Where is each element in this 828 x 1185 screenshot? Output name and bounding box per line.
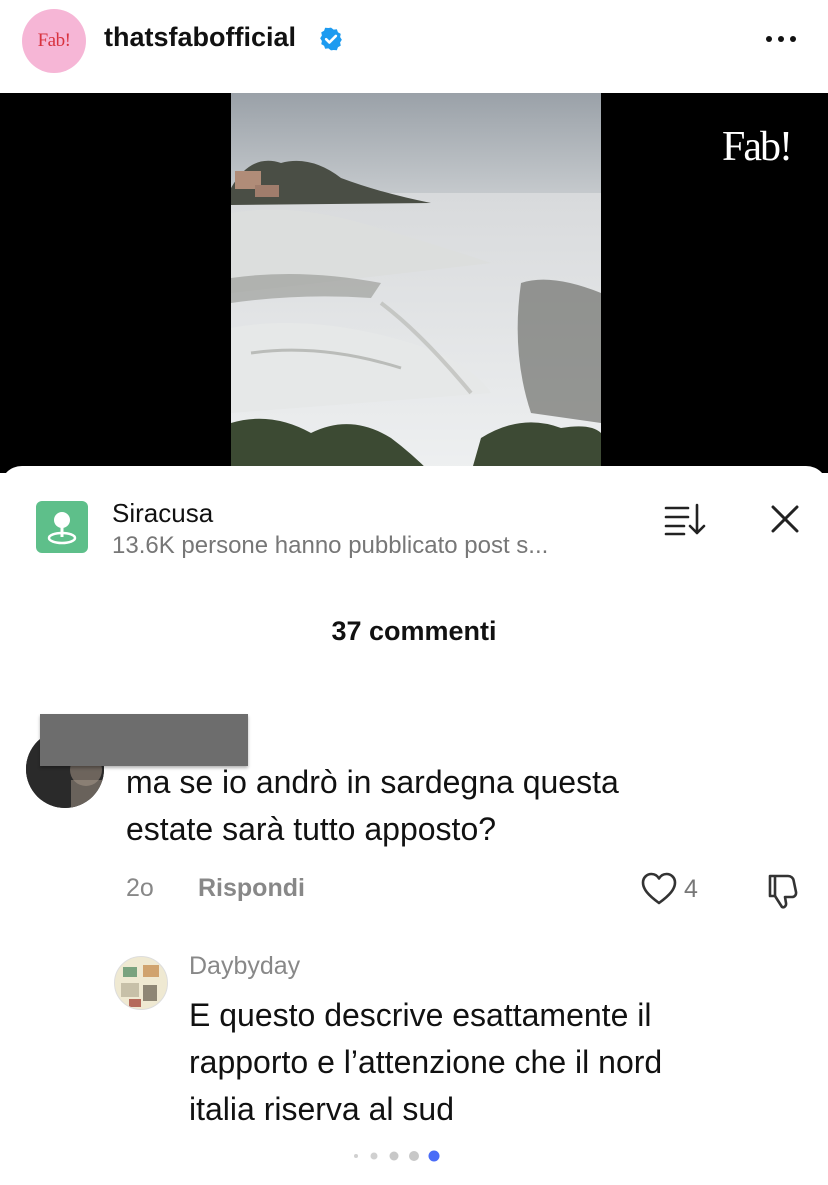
sort-icon[interactable] (664, 502, 706, 536)
close-icon[interactable] (768, 502, 802, 536)
post-header: Fab! thatsfabofficial (0, 0, 828, 93)
comment-text: ma se io andrò in sardegna questa estate… (126, 759, 766, 853)
reply-text-line: rapporto e l’attenzione che il nord (189, 1044, 663, 1080)
like-count: 4 (684, 875, 698, 903)
pagination-dots (354, 1150, 440, 1162)
comment-text-line: estate sarà tutto apposto? (126, 811, 497, 847)
comment-timestamp: 2o (126, 874, 154, 902)
location-pin-icon[interactable] (36, 501, 88, 553)
reply-text-line: E questo descrive esattamente il (189, 997, 652, 1033)
comments-count: 37 commenti (331, 616, 497, 646)
avatar-logo-text: Fab! (37, 30, 71, 51)
location-subtitle: 13.6K persone hanno pubblicato post s... (112, 532, 549, 559)
pagination-dot-active (428, 1150, 440, 1162)
dislike-thumbs-down-icon[interactable] (766, 870, 804, 910)
pagination-dot (389, 1151, 399, 1161)
account-name[interactable]: thatsfabofficial (104, 22, 296, 53)
reply-avatar[interactable] (114, 956, 168, 1010)
reply-button[interactable]: Rispondi (198, 874, 305, 903)
pagination-dot (409, 1151, 419, 1161)
video-player[interactable]: Fab! (0, 93, 828, 473)
reply-text: E questo descrive esattamente il rapport… (189, 992, 789, 1133)
reply-text-line: italia riserva al sud (189, 1091, 454, 1127)
reply-username[interactable]: Daybyday (189, 952, 300, 981)
comments-sheet: Siracusa 13.6K persone hanno pubblicato … (0, 466, 828, 1185)
comment-text-line: ma se io andrò in sardegna questa (126, 764, 619, 800)
video-frame-stormy-coast (231, 93, 601, 473)
more-options-icon[interactable] (766, 30, 802, 48)
verified-badge-icon (320, 27, 342, 51)
fab-watermark-logo: Fab! (722, 124, 793, 170)
pagination-dot (354, 1154, 358, 1158)
location-title[interactable]: Siracusa (112, 498, 213, 529)
pagination-dot (370, 1152, 378, 1160)
account-avatar[interactable]: Fab! (22, 9, 86, 73)
heart-icon[interactable] (640, 870, 678, 908)
